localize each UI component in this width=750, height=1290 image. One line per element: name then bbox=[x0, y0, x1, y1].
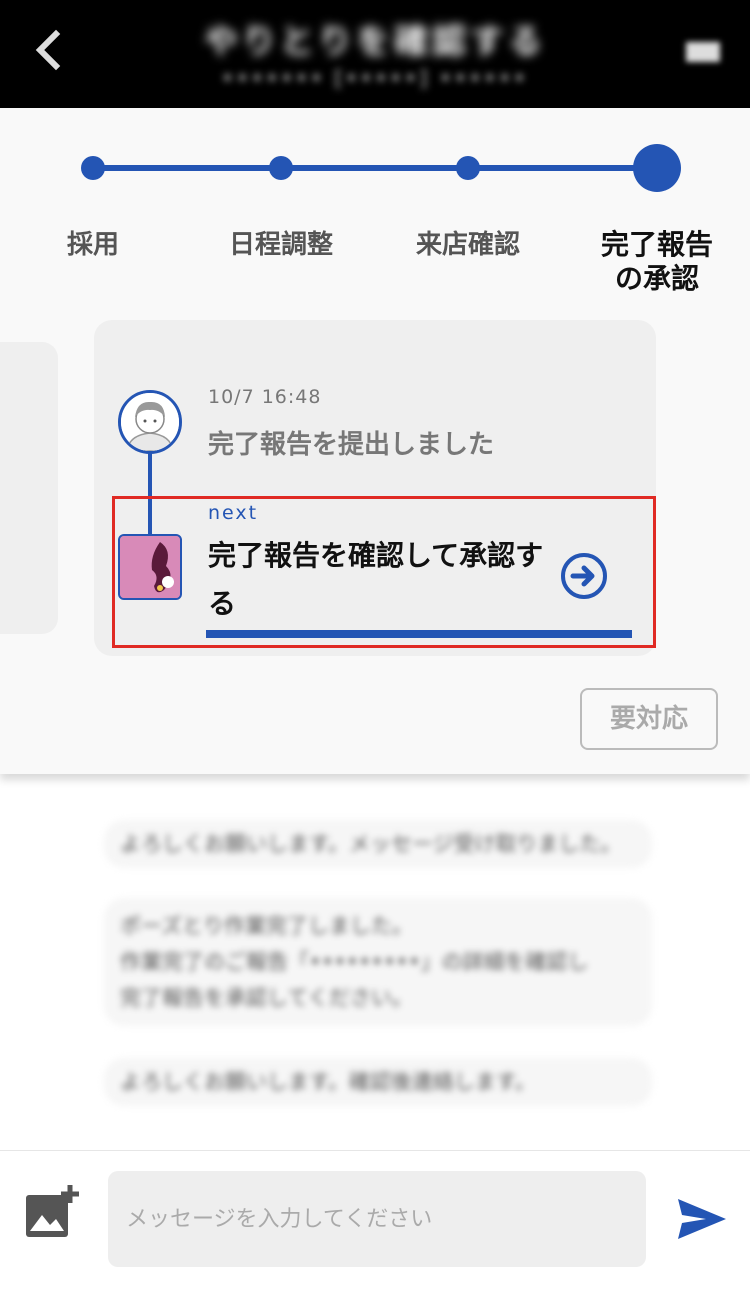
step-dot-1 bbox=[81, 156, 105, 180]
progress-stepper bbox=[0, 108, 750, 228]
message-bubble: ポーズとり作業完了しました。 作業完了のご報告「•••••••••」の詳細を確認… bbox=[104, 898, 652, 1026]
step-dot-3 bbox=[456, 156, 480, 180]
next-action-title[interactable]: 完了報告を確認して承認する bbox=[208, 532, 548, 628]
previous-card[interactable] bbox=[0, 342, 58, 634]
step-label-completion-line1: 完了報告 bbox=[600, 228, 713, 261]
send-button[interactable] bbox=[676, 1197, 728, 1241]
user-avatar bbox=[118, 390, 182, 454]
page-subtitle: ••••••• [•••••] •••••• bbox=[221, 66, 529, 90]
shop-thumbnail bbox=[118, 534, 182, 600]
progress-panel: 採用 日程調整 来店確認 完了報告 の承認 10/7 16:48 完了報告を提出… bbox=[0, 108, 750, 774]
shop-logo-icon bbox=[120, 536, 180, 598]
image-add-button[interactable] bbox=[24, 1183, 80, 1239]
step-dot-2 bbox=[269, 156, 293, 180]
go-button[interactable] bbox=[560, 552, 608, 600]
arrow-circle-right-icon bbox=[561, 553, 607, 599]
step-dot-4-current bbox=[633, 144, 681, 192]
timeline-timestamp: 10/7 16:48 bbox=[208, 386, 322, 408]
step-label-visit: 来店確認 bbox=[415, 230, 520, 260]
step-label-completion-line2: の承認 bbox=[614, 262, 699, 295]
message-bubble: よろしくお願いします。メッセージ受け取りました。 bbox=[104, 820, 652, 868]
header-bar: やりとりを確認する ••••••• [•••••] •••••• bbox=[0, 0, 750, 108]
message-input[interactable] bbox=[108, 1171, 646, 1267]
send-icon bbox=[678, 1199, 726, 1239]
timeline-item-text: 完了報告を提出しました bbox=[208, 430, 495, 460]
step-label-schedule: 日程調整 bbox=[228, 230, 333, 260]
message-bubble: よろしくお願いします。確認後連絡します。 bbox=[104, 1058, 652, 1106]
message-composer bbox=[0, 1150, 750, 1290]
image-add-icon bbox=[26, 1185, 79, 1237]
next-tag: next bbox=[208, 502, 259, 524]
next-underline bbox=[206, 630, 632, 638]
step-label-completion: 完了報告 の承認 bbox=[577, 228, 737, 296]
menu-icon[interactable] bbox=[686, 42, 720, 62]
action-required-button[interactable]: 要対応 bbox=[580, 688, 718, 750]
timeline-card: 10/7 16:48 完了報告を提出しました next 完了報告を確認して承認す… bbox=[94, 320, 656, 656]
person-avatar-icon bbox=[121, 393, 179, 451]
page-title: やりとりを確認する bbox=[204, 22, 546, 62]
step-label-hire: 採用 bbox=[66, 230, 119, 260]
